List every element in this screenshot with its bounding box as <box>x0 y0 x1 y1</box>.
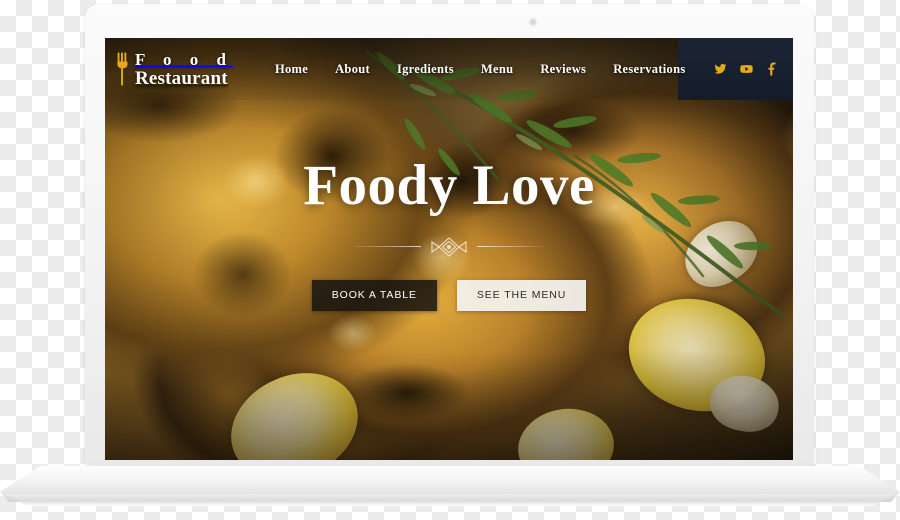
divider-rule-left <box>354 246 421 248</box>
diamond-ornament-icon <box>431 237 467 257</box>
youtube-icon[interactable] <box>740 62 753 76</box>
hero-section: Foody Love BOOK A TABLE SEE THE MENU <box>105 156 793 311</box>
divider-rule-right <box>477 246 544 248</box>
fork-icon <box>117 52 128 86</box>
facebook-icon[interactable] <box>766 62 779 76</box>
logo-line-food: F o o d <box>135 49 233 69</box>
nav-item-about[interactable]: About <box>335 62 370 77</box>
book-a-table-button[interactable]: BOOK A TABLE <box>311 279 437 311</box>
laptop-screen: F o o d Restaurant Home About Igredients… <box>105 38 793 460</box>
social-links <box>714 62 779 76</box>
logo-line-restaurant: Restaurant <box>135 67 228 89</box>
see-the-menu-button[interactable]: SEE THE MENU <box>456 279 587 311</box>
site-logo[interactable]: F o o d Restaurant <box>117 51 233 88</box>
nav-item-home[interactable]: Home <box>275 62 308 77</box>
laptop-mockup: F o o d Restaurant Home About Igredients… <box>0 0 900 520</box>
hero-ornament-divider <box>354 236 544 258</box>
webcam-dot <box>530 19 536 25</box>
logo-text: F o o d Restaurant <box>135 51 233 88</box>
main-navigation: Home About Igredients Menu Reviews Reser… <box>275 62 686 77</box>
nav-item-menu[interactable]: Menu <box>481 62 513 77</box>
hero-cta-group: BOOK A TABLE SEE THE MENU <box>311 279 587 311</box>
nav-item-reviews[interactable]: Reviews <box>540 62 586 77</box>
nav-item-igredients[interactable]: Igredients <box>397 62 454 77</box>
laptop-base-lip <box>4 494 896 506</box>
nav-item-reservations[interactable]: Reservations <box>613 62 685 77</box>
twitter-icon[interactable] <box>714 62 727 76</box>
site-header: F o o d Restaurant Home About Igredients… <box>105 38 793 100</box>
hero-title: Foody Love <box>303 154 595 217</box>
